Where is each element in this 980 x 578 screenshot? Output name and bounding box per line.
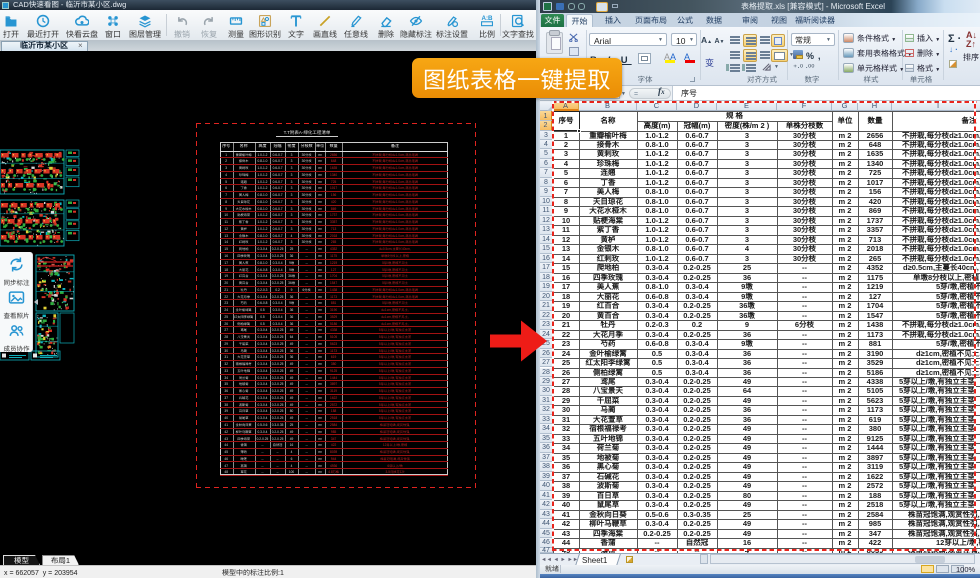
svg-text:A:B: A:B xyxy=(481,14,493,22)
